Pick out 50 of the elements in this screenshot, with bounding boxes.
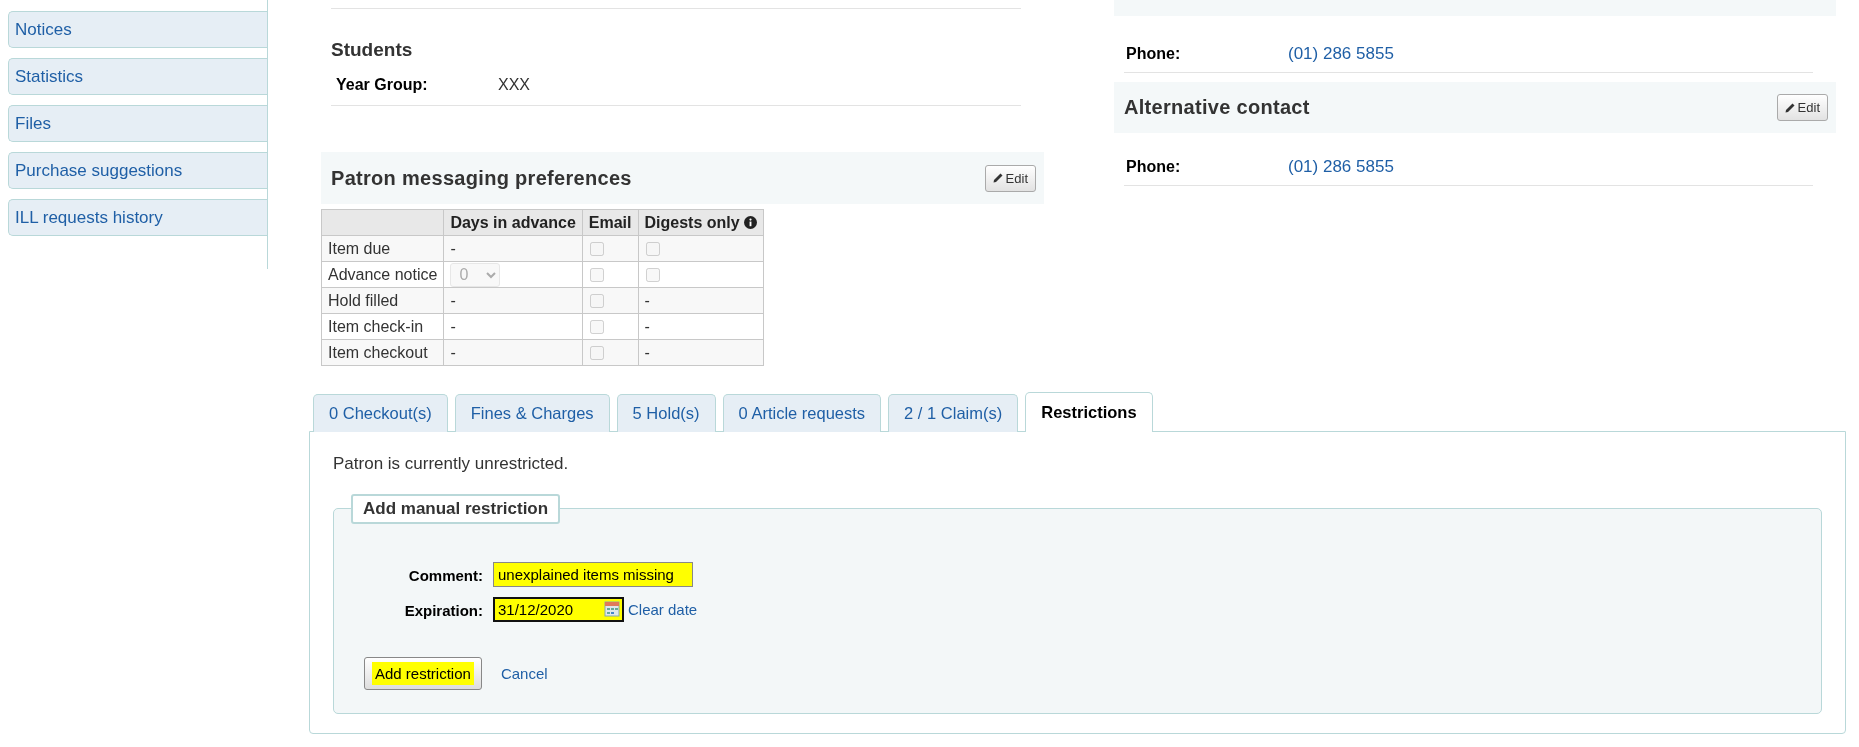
table-cell: - (638, 313, 764, 340)
table-cell: Item checkout (321, 339, 444, 366)
edit-button[interactable]: Edit (1776, 94, 1828, 121)
table-cell: Item due (321, 235, 444, 262)
clear-date-link[interactable]: Clear date (628, 601, 698, 618)
comment-field[interactable]: unexplained items missing (493, 562, 693, 587)
sidebar-item[interactable]: Files (8, 105, 267, 142)
table-cell: - (638, 287, 764, 314)
phone-link[interactable]: (01) 286 5855 (1288, 44, 1394, 64)
table-header-cell: Email (582, 209, 638, 236)
add-restriction-button[interactable]: Add restriction (364, 657, 482, 690)
tab[interactable]: Fines & Charges (454, 394, 610, 432)
sidebar-item[interactable]: Statistics (8, 58, 267, 95)
table-cell: - (443, 235, 583, 262)
table-cell: - (638, 339, 764, 366)
field-value: XXX (498, 76, 530, 94)
status-message: Patron is currently unrestricted. (333, 454, 570, 474)
panel-title: Patron messaging preferences (331, 166, 632, 190)
table-cell: - (443, 287, 583, 314)
phone-link[interactable]: (01) 286 5855 (1288, 157, 1394, 177)
field-label: Phone: (1126, 158, 1182, 176)
form-legend: Add manual restriction (351, 494, 561, 524)
field-label: Phone: (1126, 45, 1182, 63)
tab[interactable]: Restrictions (1025, 392, 1153, 432)
panel-title: Alternative contact (1124, 96, 1310, 119)
edit-button[interactable]: Edit (984, 164, 1036, 192)
sidebar-item[interactable]: Notices (8, 11, 267, 48)
tab[interactable]: 0 Article requests (722, 394, 882, 432)
table-cell: - (443, 313, 583, 340)
pencil-icon (1784, 102, 1795, 113)
table-cell: Hold filled (321, 287, 444, 314)
table-header-cell: Days in advance (443, 209, 583, 236)
field-label: Expiration: (403, 601, 483, 619)
table-cell: Advance notice (321, 261, 444, 288)
sidebar-item[interactable]: Purchase suggestions (8, 152, 267, 189)
tab[interactable]: 2 / 1 Claim(s) (888, 394, 1019, 432)
tab[interactable]: 0 Checkout(s) (313, 394, 448, 432)
cancel-link[interactable]: Cancel (500, 665, 548, 682)
tab[interactable]: 5 Hold(s) (616, 394, 716, 432)
field-label: Comment: (407, 566, 483, 584)
table-cell: Item check-in (321, 313, 444, 340)
table-cell: - (443, 339, 583, 366)
date-field[interactable]: 31/12/2020 (493, 597, 624, 622)
section-heading: Students (331, 39, 414, 61)
info-icon (743, 216, 757, 229)
pencil-icon (992, 173, 1003, 183)
sidebar-item[interactable]: ILL requests history (8, 199, 267, 236)
column-heading: Digests only (644, 213, 740, 232)
field-label: Year Group: (336, 76, 429, 94)
calendar-icon (604, 601, 620, 617)
